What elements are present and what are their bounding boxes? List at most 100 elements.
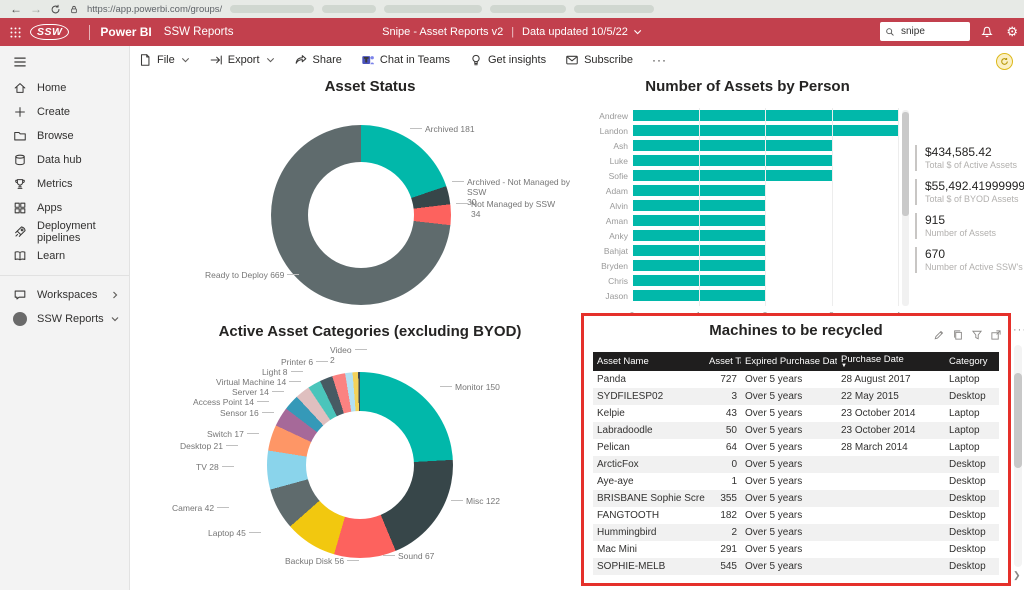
scrollbar-thumb[interactable]: [1014, 373, 1022, 468]
table-row[interactable]: Aye-aye1Over 5 yearsDesktop: [593, 473, 999, 490]
toolbar-button-label: File: [157, 54, 175, 66]
sidebar-item-label: Deployment pipelines: [37, 220, 129, 244]
copy-icon[interactable]: [952, 329, 964, 341]
sidebar-item-label: Data hub: [37, 154, 82, 166]
sidebar-item-browse[interactable]: Browse: [0, 124, 129, 148]
edit-pencil-icon[interactable]: [933, 329, 945, 341]
column-header[interactable]: Expired Purchase Date?: [741, 356, 837, 367]
sidebar-item-ssw-reports[interactable]: SSW Reports: [0, 307, 129, 331]
column-header[interactable]: Asset Tag: [705, 356, 741, 367]
machines-to-be-recycled-table highlight-box: Machines to be recycled Asset NameAsset …: [581, 313, 1011, 586]
table-row[interactable]: Mac Mini291Over 5 yearsDesktop: [593, 541, 999, 558]
sidebar-item-workspaces[interactable]: Workspaces: [0, 283, 129, 307]
table-cell: Kelpie: [593, 408, 705, 419]
bar-row: Sofie: [585, 168, 910, 183]
data-updated-label[interactable]: Data updated 10/5/22: [522, 26, 628, 38]
table-cell: Desktop: [945, 561, 999, 572]
table-row[interactable]: SYDFILESP023Over 5 years22 May 2015Deskt…: [593, 388, 999, 405]
table-cell: Laptop: [945, 374, 999, 385]
scrollbar-thumb[interactable]: [902, 112, 909, 216]
table-cell: SOPHIE-MELB: [593, 561, 705, 572]
column-header[interactable]: Asset Name: [593, 356, 705, 367]
table-cell: 545: [705, 561, 741, 572]
table-row[interactable]: Hummingbird2Over 5 yearsDesktop: [593, 524, 999, 541]
column-header[interactable]: Purchase Date▼: [837, 355, 945, 369]
sidebar-item-apps[interactable]: Apps: [0, 196, 129, 220]
filter-funnel-icon[interactable]: [971, 329, 983, 341]
bar-sofie[interactable]: [633, 170, 833, 181]
sidebar-item-data-hub[interactable]: Data hub: [0, 148, 129, 172]
sidebar-divider: [0, 275, 129, 276]
report-toolbar: File Export Share TChat in Teams Get insight…: [138, 49, 667, 71]
focus-mode-icon[interactable]: [990, 329, 1002, 341]
bar-row: Landon: [585, 123, 910, 138]
donut-plot[interactable]: [267, 372, 453, 558]
header-search-box[interactable]: [880, 22, 970, 41]
refresh-visual-badge[interactable]: [996, 53, 1013, 70]
bar-chart-scrollbar[interactable]: [902, 110, 909, 306]
bar-jason[interactable]: [633, 290, 766, 301]
toolbar-button-chat-in-teams[interactable]: TChat in Teams: [361, 53, 450, 67]
sidebar-item-label: Learn: [37, 250, 65, 262]
bar-bahjat[interactable]: [633, 245, 766, 256]
bar-landon[interactable]: [633, 125, 899, 136]
kpi-value: $55,492.41999999999: [925, 179, 1023, 194]
chevron-down-icon[interactable]: [633, 28, 642, 36]
scroll-right-chevron-icon[interactable]: ❯: [1013, 570, 1021, 581]
search-icon: [885, 27, 895, 37]
column-header[interactable]: Category: [945, 356, 999, 367]
table-row[interactable]: Kelpie43Over 5 years23 October 2014Lapto…: [593, 405, 999, 422]
table-row[interactable]: SOPHIE-MELB545Over 5 yearsDesktop: [593, 558, 999, 575]
toolbar-button-export[interactable]: Export: [209, 53, 275, 67]
search-input[interactable]: [899, 25, 961, 38]
sidebar-item-learn[interactable]: Learn: [0, 244, 129, 268]
bar-luke[interactable]: [633, 155, 833, 166]
table-row[interactable]: Pelican64Over 5 years28 March 2014Laptop: [593, 439, 999, 456]
more-options-icon[interactable]: ···: [1013, 324, 1024, 336]
notifications-bell-icon[interactable]: [980, 25, 994, 39]
toolbar-button-label: Chat in Teams: [380, 54, 450, 66]
table-row[interactable]: Labradoodle50Over 5 years23 October 2014…: [593, 422, 999, 439]
table-row[interactable]: BRISBANE Sophie Screen355Over 5 yearsDes…: [593, 490, 999, 507]
bar-andrew[interactable]: [633, 110, 899, 121]
table-row[interactable]: ArcticFox0Over 5 yearsDesktop: [593, 456, 999, 473]
donut-plot[interactable]: [271, 125, 451, 305]
toolbar-button-subscribe[interactable]: Subscribe: [565, 53, 633, 67]
browser-refresh-icon[interactable]: [50, 4, 61, 15]
table-row[interactable]: FANGTOOTH182Over 5 yearsDesktop: [593, 507, 999, 524]
ssw-logo[interactable]: SSW: [30, 24, 69, 40]
table-scrollbar[interactable]: [1014, 345, 1022, 567]
toolbar-button-file[interactable]: File: [138, 53, 190, 67]
toolbar-more-options[interactable]: ···: [652, 53, 667, 67]
toolbar-button-share[interactable]: Share: [294, 53, 342, 67]
toolbar-button-label: Get insights: [488, 54, 546, 66]
workspace-breadcrumb[interactable]: SSW Reports: [164, 26, 234, 38]
bar-adam[interactable]: [633, 185, 766, 196]
toolbar-button-get-insights[interactable]: Get insights: [469, 53, 546, 67]
sidebar-item-home[interactable]: Home: [0, 76, 129, 100]
browser-back-icon[interactable]: ←: [10, 0, 22, 18]
url-text[interactable]: https://app.powerbi.com/groups/: [87, 4, 222, 15]
asset-status-chart: Asset Status Archived 181Archived - Not …: [150, 78, 590, 313]
settings-gear-icon[interactable]: ⚙: [1006, 22, 1018, 41]
bar-aman[interactable]: [633, 215, 766, 226]
sidebar-item-label: Metrics: [37, 178, 72, 190]
bar-ash[interactable]: [633, 140, 833, 151]
sidebar-item-create[interactable]: Create: [0, 100, 129, 124]
bar-anky[interactable]: [633, 230, 766, 241]
sidebar-item-metrics[interactable]: Metrics: [0, 172, 129, 196]
hamburger-menu-icon[interactable]: [0, 52, 129, 76]
bar-chris[interactable]: [633, 275, 766, 286]
powerbi-home-link[interactable]: Power BI: [100, 25, 151, 39]
report-title[interactable]: Snipe - Asset Reports v2: [382, 26, 503, 38]
bar-row: Aman: [585, 213, 910, 228]
browser-forward-icon[interactable]: →: [30, 0, 42, 18]
table-row[interactable]: Panda727Over 5 years28 August 2017Laptop: [593, 371, 999, 388]
sidebar-item-deployment-pipelines[interactable]: Deployment pipelines: [0, 220, 129, 244]
table-cell: 1: [705, 476, 741, 487]
bar-bryden[interactable]: [633, 260, 766, 271]
pie-slice-label: Server 14: [232, 387, 269, 397]
bar-alvin[interactable]: [633, 200, 766, 211]
table-cell: Over 5 years: [741, 425, 837, 436]
app-launcher-waffle-icon[interactable]: [0, 18, 30, 46]
